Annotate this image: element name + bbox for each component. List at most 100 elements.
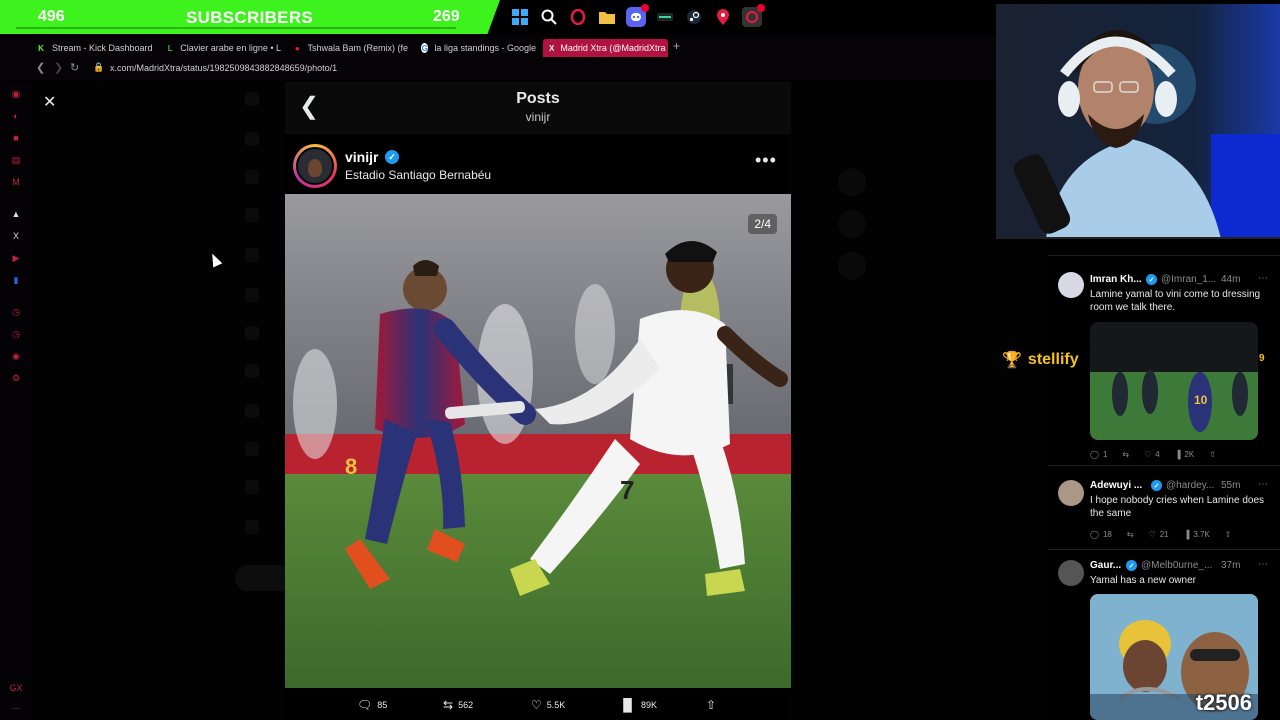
gx-control-icon[interactable]: ▣ <box>10 88 22 100</box>
trophy-icon: 🏆 <box>1002 352 1022 369</box>
reply-author-handle[interactable]: @hardey... <box>1166 480 1214 491</box>
reply-views-stat[interactable]: ▐ 2K <box>1175 450 1194 459</box>
profile-ghost-icon <box>245 480 259 494</box>
url-field[interactable]: x.com/MadridXtra/status/1982509843882848… <box>110 63 337 73</box>
reply-icon: ◯ <box>1090 530 1099 539</box>
avatar[interactable] <box>1058 272 1084 298</box>
opera-gx-icon[interactable] <box>568 7 588 27</box>
clock-icon[interactable]: ◷ <box>10 328 22 340</box>
windows-icon[interactable] <box>510 7 530 27</box>
tab-bar: K Stream - Kick Dashboard L Clavier arab… <box>0 36 1000 58</box>
reload-icon[interactable]: ↻ <box>70 61 79 74</box>
reply-item[interactable]: Imran Kh... ✓ @Imran_1... 44m ⋯ Lamine y… <box>1048 266 1280 466</box>
svg-text:7: 7 <box>620 475 634 505</box>
reply-author-name[interactable]: Imran Kh... <box>1090 274 1142 285</box>
tab-la-liga-standings[interactable]: G la liga standings - Google <box>421 39 536 57</box>
share-button[interactable]: ⇧ <box>706 698 716 712</box>
discord-icon[interactable] <box>626 4 649 27</box>
views-button[interactable]: ▐▌ 89K <box>619 698 657 712</box>
messenger-icon[interactable]: M <box>10 176 22 188</box>
youtube-sidebar-icon[interactable]: ▶ <box>10 252 22 264</box>
reply-image[interactable]: t2506 <box>1090 594 1258 720</box>
file-explorer-icon[interactable] <box>597 7 617 27</box>
reply-more-icon[interactable]: ⋯ <box>1258 559 1268 570</box>
avatar[interactable] <box>1058 480 1084 506</box>
history-icon[interactable]: ◷ <box>10 306 22 318</box>
reply-views-stat[interactable]: ▐ 3.7K <box>1184 530 1210 539</box>
more-options-icon[interactable]: ••• <box>755 150 777 171</box>
heart-icon: ♡ <box>531 698 542 712</box>
reply-repost-stat[interactable]: ⇆ <box>1122 450 1129 459</box>
screen: 496 SUBSCRIBERS 269 K Stream - Kick Dash… <box>0 0 1280 720</box>
taskbar <box>510 4 765 30</box>
tab-kick-dashboard[interactable]: K Stream - Kick Dashboard <box>36 39 156 57</box>
settings-icon[interactable]: ⚙ <box>10 372 22 384</box>
like-button[interactable]: ♡ 5.5K <box>531 698 565 712</box>
close-icon[interactable]: ✕ <box>43 92 56 112</box>
aria-icon[interactable]: ▲ <box>10 208 22 220</box>
twitch-icon[interactable]: ▤ <box>10 154 22 166</box>
suggest-avatar-ghost <box>838 252 866 280</box>
grok-ghost-icon <box>245 288 259 302</box>
search-icon[interactable] <box>539 7 559 27</box>
reply-item[interactable]: Adewuyi ... ✓ @hardey... 55m ⋯ I hope no… <box>1048 476 1280 550</box>
x-sidebar-icon[interactable]: X <box>10 230 22 242</box>
svg-text:8: 8 <box>345 454 357 479</box>
maps-pin-icon[interactable] <box>713 7 733 27</box>
reply-button[interactable]: 🗨 85 <box>357 698 387 712</box>
vpn-icon[interactable]: ▮ <box>10 274 22 286</box>
reply-author-name[interactable]: Adewuyi ... <box>1090 480 1142 491</box>
reply-share-stat[interactable]: ⇧ <box>1225 530 1232 539</box>
steam-icon[interactable] <box>684 7 704 27</box>
more-sidebar-icon[interactable]: ⋯ <box>10 702 22 714</box>
reply-like-stat[interactable]: ♡ 4 <box>1144 450 1160 459</box>
subscriber-count-left: 496 <box>38 8 65 25</box>
tab-madrid-xtra[interactable]: X Madrid Xtra (@MadridXtra <box>543 39 668 57</box>
views-count: 89K <box>641 700 658 710</box>
reply-author-handle[interactable]: @Melb0urne_... <box>1141 560 1212 571</box>
communities-ghost-icon <box>245 404 259 418</box>
reply-share-stat[interactable]: ⇧ <box>1209 450 1216 459</box>
speed-dial-icon[interactable]: ◐ <box>10 110 22 122</box>
new-tab-button[interactable]: + <box>673 39 680 53</box>
avatar-inner <box>296 147 334 185</box>
reply-like-stat[interactable]: ♡ 21 <box>1149 530 1169 539</box>
post-photo[interactable]: 8 7 2/4 <box>285 194 791 688</box>
notifications-ghost-icon <box>245 208 259 222</box>
tab-tshwala-bam[interactable]: ● Tshwala Bam (Remix) (fe <box>293 39 408 57</box>
forward-nav-icon[interactable]: ❯ <box>54 61 63 74</box>
reply-more-icon[interactable]: ⋯ <box>1258 479 1268 490</box>
x-favicon-icon: X <box>549 43 555 53</box>
tab-label: Clavier arabe en ligne • L <box>180 43 281 53</box>
reply-repost-stat[interactable]: ⇆ <box>1127 530 1134 539</box>
opera-icon[interactable] <box>742 4 765 27</box>
avatar[interactable] <box>293 144 337 188</box>
reply-replies-count: 1 <box>1102 450 1108 459</box>
avatar[interactable] <box>1058 560 1084 586</box>
author-name[interactable]: vinijr <box>345 149 378 165</box>
app-icon[interactable] <box>655 7 675 27</box>
reply-text: I hope nobody cries when Lamine does the… <box>1090 495 1265 519</box>
post-header: ❮ Posts vinijr <box>285 82 791 134</box>
reply-item[interactable]: Gaur... ✓ @Melb0urne_... 37m ⋯ Yamal has… <box>1048 556 1280 720</box>
home-ghost-icon <box>245 132 259 146</box>
reply-image[interactable]: 10 <box>1090 322 1258 440</box>
tab-clavier-arabe[interactable]: L Clavier arabe en ligne • L <box>166 39 281 57</box>
lists-ghost-icon <box>245 326 259 340</box>
gx-corner-icon[interactable]: GX <box>10 682 23 694</box>
x-logo-ghost-icon <box>245 92 259 106</box>
back-nav-icon[interactable]: ❮ <box>36 61 45 74</box>
reply-author-name[interactable]: Gaur... <box>1090 560 1121 571</box>
explore-ghost-icon <box>245 170 259 184</box>
shopping-bag-icon[interactable]: ■ <box>10 132 22 144</box>
author-location[interactable]: Estadio Santiago Bernabéu <box>345 168 491 182</box>
webcam-feed <box>996 4 1280 239</box>
extensions-icon[interactable]: ◉ <box>10 350 22 362</box>
repost-button[interactable]: ⇆ 562 <box>443 698 473 712</box>
reply-author-handle[interactable]: @Imran_1... <box>1161 274 1216 285</box>
reply-replies-stat[interactable]: ◯ 18 <box>1090 530 1112 539</box>
clavier-favicon-icon: L <box>167 43 173 53</box>
reply-replies-stat[interactable]: ◯ 1 <box>1090 450 1107 459</box>
reply-more-icon[interactable]: ⋯ <box>1258 273 1268 284</box>
kick-favicon-icon: K <box>38 43 44 53</box>
